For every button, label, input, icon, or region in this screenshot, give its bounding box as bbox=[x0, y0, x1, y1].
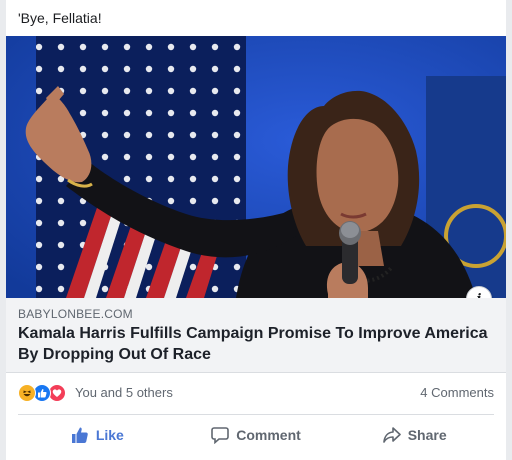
comment-icon bbox=[211, 427, 230, 444]
reaction-count[interactable]: You and 5 others bbox=[75, 385, 173, 400]
feed-post: 'Bye, Fellatia! BABYLONBEE.COM Kamala Ha… bbox=[6, 0, 506, 460]
link-preview-image[interactable] bbox=[6, 36, 506, 298]
comment-button[interactable]: Comment bbox=[177, 418, 336, 452]
link-preview-caption[interactable]: BABYLONBEE.COM Kamala Harris Fulfills Ca… bbox=[6, 298, 506, 373]
divider bbox=[18, 414, 494, 415]
reactions-summary: You and 5 others 4 Comments bbox=[18, 382, 494, 404]
photo-illustration bbox=[6, 36, 506, 298]
link-domain: BABYLONBEE.COM bbox=[18, 307, 133, 321]
share-button[interactable]: Share bbox=[335, 418, 494, 452]
comment-label: Comment bbox=[236, 427, 301, 443]
link-title[interactable]: Kamala Harris Fulfills Campaign Promise … bbox=[18, 323, 498, 365]
comments-count[interactable]: 4 Comments bbox=[420, 385, 494, 400]
haha-icon[interactable] bbox=[18, 384, 36, 402]
like-button[interactable]: Like bbox=[18, 418, 177, 452]
share-label: Share bbox=[407, 427, 447, 443]
like-label: Like bbox=[95, 427, 124, 443]
thumbs-up-icon bbox=[71, 427, 88, 443]
action-bar: Like Comment Share bbox=[18, 418, 494, 452]
post-message: 'Bye, Fellatia! bbox=[18, 10, 102, 26]
share-icon bbox=[382, 427, 401, 443]
